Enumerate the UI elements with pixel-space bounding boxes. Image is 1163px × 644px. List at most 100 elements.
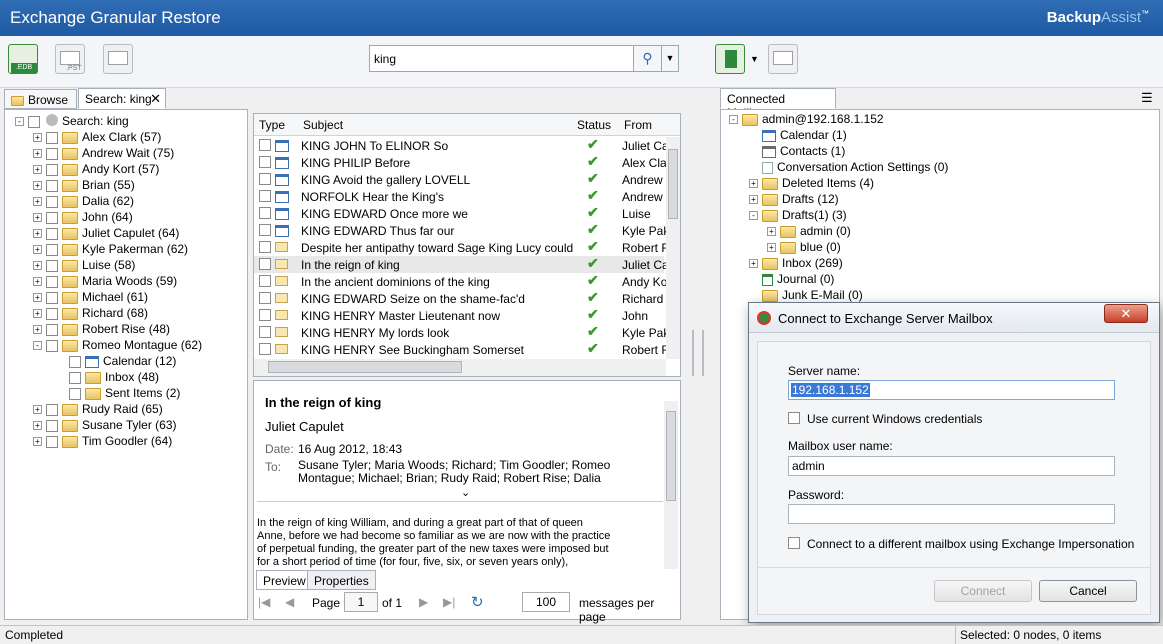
- row-checkbox[interactable]: [259, 224, 271, 236]
- expand-icon[interactable]: +: [33, 293, 42, 303]
- row-checkbox[interactable]: [259, 258, 271, 270]
- last-page-icon[interactable]: ▶|: [443, 595, 455, 609]
- checkbox[interactable]: [46, 403, 58, 416]
- tree-node[interactable]: + Dalia (62): [33, 193, 134, 209]
- table-row[interactable]: Despite her antipathy toward Sage King L…: [254, 238, 666, 256]
- tree-node[interactable]: Sent Items (2): [69, 385, 180, 401]
- mailbox-folder[interactable]: Contacts (1): [749, 143, 845, 159]
- row-checkbox[interactable]: [259, 292, 271, 304]
- expand-icon[interactable]: +: [33, 437, 42, 447]
- checkbox[interactable]: [46, 291, 58, 304]
- first-page-icon[interactable]: |◀: [258, 595, 270, 609]
- disconnect-mailbox-button[interactable]: [768, 44, 798, 74]
- mailbox-root[interactable]: - admin@192.168.1.152: [729, 111, 884, 127]
- tree-node[interactable]: + Kyle Pakerman (62): [33, 241, 188, 257]
- tab-browse[interactable]: Browse: [4, 89, 77, 109]
- checkbox[interactable]: [28, 115, 40, 128]
- tab-preview[interactable]: Preview: [256, 570, 313, 590]
- expand-icon[interactable]: +: [749, 179, 758, 189]
- column-from[interactable]: From: [624, 118, 652, 132]
- checkbox[interactable]: [69, 355, 81, 368]
- tree-node[interactable]: + Andy Kort (57): [33, 161, 159, 177]
- list-menu-icon[interactable]: ☰: [1141, 90, 1153, 106]
- next-page-icon[interactable]: ▶: [419, 595, 428, 609]
- checkbox[interactable]: [46, 435, 58, 448]
- checkbox[interactable]: [46, 147, 58, 160]
- expand-icon[interactable]: +: [33, 405, 42, 415]
- checkbox[interactable]: [46, 243, 58, 256]
- column-subject[interactable]: Subject: [303, 118, 343, 132]
- row-checkbox[interactable]: [259, 309, 271, 321]
- checkbox[interactable]: [46, 419, 58, 432]
- table-row[interactable]: NORFOLK Hear the King's ✔ Andrew ': [254, 187, 666, 205]
- column-status[interactable]: Status: [577, 118, 611, 132]
- expand-icon[interactable]: +: [749, 259, 758, 269]
- table-row[interactable]: KING HENRY Master Lieutenant now ✔ John: [254, 306, 664, 324]
- tree-node[interactable]: + Michael (61): [33, 289, 148, 305]
- row-checkbox[interactable]: [259, 190, 271, 202]
- tree-node[interactable]: + Alex Clark (57): [33, 129, 161, 145]
- tree-root[interactable]: - Search: king: [15, 113, 129, 129]
- export-pst-button[interactable]: .PST: [55, 44, 85, 74]
- vertical-scrollbar[interactable]: [666, 137, 680, 359]
- expand-icon[interactable]: +: [33, 325, 42, 335]
- user-name-input[interactable]: [788, 456, 1115, 476]
- row-checkbox[interactable]: [259, 139, 271, 151]
- tree-node[interactable]: + Richard (68): [33, 305, 148, 321]
- tree-node[interactable]: + Luise (58): [33, 257, 135, 273]
- collapse-icon[interactable]: -: [33, 341, 42, 351]
- checkbox[interactable]: [69, 387, 81, 400]
- expand-icon[interactable]: ⌄: [461, 486, 470, 499]
- row-checkbox[interactable]: [259, 173, 271, 185]
- expand-icon[interactable]: +: [33, 229, 42, 239]
- mailbox-folder[interactable]: Calendar (1): [749, 127, 847, 143]
- tree-node[interactable]: + Rudy Raid (65): [33, 401, 163, 417]
- splitter-handle[interactable]: [692, 330, 704, 376]
- table-row[interactable]: KING EDWARD Seize on the shame-fac'd ✔ Ric…: [254, 289, 664, 307]
- mailbox-folder[interactable]: Journal (0): [749, 271, 834, 287]
- tab-search[interactable]: Search: king ✕: [78, 88, 166, 109]
- tree-node[interactable]: Calendar (12): [69, 353, 176, 369]
- collapse-icon[interactable]: -: [749, 211, 758, 221]
- cancel-button[interactable]: Cancel: [1039, 580, 1137, 602]
- tab-properties[interactable]: Properties: [307, 570, 376, 590]
- tree-node[interactable]: + Susane Tyler (63): [33, 417, 177, 433]
- mailbox-folder[interactable]: + blue (0): [767, 239, 841, 255]
- preview-scrollbar[interactable]: [664, 401, 678, 569]
- horizontal-scrollbar[interactable]: [254, 359, 666, 376]
- table-row[interactable]: KING Avoid the gallery LOVELL ✔ Andrew ': [254, 170, 666, 188]
- row-checkbox[interactable]: [259, 207, 271, 219]
- column-type[interactable]: Type: [259, 118, 285, 132]
- checkbox[interactable]: [46, 227, 58, 240]
- row-checkbox[interactable]: [259, 326, 271, 338]
- expand-icon[interactable]: +: [33, 309, 42, 319]
- expand-icon[interactable]: +: [33, 213, 42, 223]
- scrollbar-thumb[interactable]: [666, 411, 676, 501]
- prev-page-icon[interactable]: ◀: [285, 595, 294, 609]
- checkbox[interactable]: [69, 371, 81, 384]
- close-icon[interactable]: ✕: [150, 91, 161, 107]
- table-row[interactable]: In the reign of king ✔ Juliet Ca: [254, 255, 666, 273]
- checkbox[interactable]: [46, 211, 58, 224]
- mailbox-folder[interactable]: + Drafts (12): [749, 191, 839, 207]
- checkbox[interactable]: [46, 307, 58, 320]
- row-checkbox[interactable]: [259, 275, 271, 287]
- mailbox-folder[interactable]: + Inbox (269): [749, 255, 843, 271]
- expand-icon[interactable]: +: [33, 197, 42, 207]
- expand-icon[interactable]: +: [767, 227, 776, 237]
- tab-connected-mailboxes[interactable]: Connected Mailboxes: [720, 88, 836, 120]
- connect-button[interactable]: Connect: [934, 580, 1032, 602]
- mailbox-folder[interactable]: + Deleted Items (4): [749, 175, 874, 191]
- tree-node[interactable]: - Romeo Montague (62): [33, 337, 202, 353]
- row-checkbox[interactable]: [259, 343, 271, 355]
- checkbox[interactable]: [46, 163, 58, 176]
- scrollbar-thumb[interactable]: [268, 361, 462, 373]
- checkbox[interactable]: [46, 339, 58, 352]
- mailbox-folder[interactable]: Conversation Action Settings (0): [749, 159, 948, 175]
- expand-icon[interactable]: +: [767, 243, 776, 253]
- tree-node[interactable]: + Tim Goodler (64): [33, 433, 172, 449]
- collapse-icon[interactable]: -: [729, 115, 738, 125]
- table-row[interactable]: KING EDWARD Thus far our ✔ Kyle Pak: [254, 221, 666, 239]
- search-icon[interactable]: ⚲: [633, 45, 662, 72]
- table-row[interactable]: KING HENRY See Buckingham Somerset ✔ Rober…: [254, 340, 666, 358]
